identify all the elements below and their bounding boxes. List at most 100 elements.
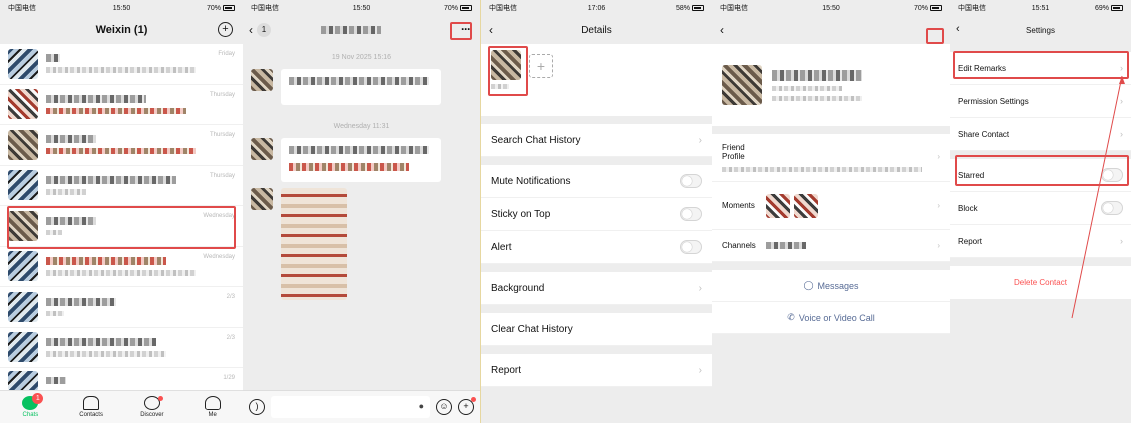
report-row[interactable]: Report ›	[950, 225, 1131, 258]
chats-header: Weixin (1) +	[0, 16, 243, 44]
image-message[interactable]	[281, 188, 347, 300]
emoji-icon[interactable]: ☺	[436, 399, 452, 415]
row-label: Search Chat History	[491, 134, 581, 146]
delete-label: Delete Contact	[1014, 278, 1067, 287]
chat-header: ‹ 1 ···	[243, 16, 480, 44]
message-text-redacted	[289, 163, 409, 171]
details-nav-bar: ‹ Details	[481, 16, 712, 44]
row-label: Block	[958, 203, 978, 213]
clear-chat-history-row[interactable]: Clear Chat History	[481, 313, 712, 346]
chat-time: Thursday	[209, 172, 235, 179]
voice-input-icon[interactable]: )	[249, 399, 265, 415]
add-icon[interactable]: +	[218, 22, 233, 37]
profile-avatar[interactable]	[722, 65, 762, 105]
message-row	[243, 138, 480, 182]
moment-thumbnail	[794, 193, 818, 218]
chat-time: 2/3	[226, 294, 235, 300]
chevron-right-icon: ›	[937, 201, 940, 210]
battery-label: 58%	[675, 4, 690, 12]
channels-row[interactable]: Channels ›	[712, 230, 950, 262]
back-chevron-icon[interactable]: ‹	[489, 23, 493, 37]
profile-nav-bar: ‹ ···	[712, 16, 950, 44]
tab-me[interactable]: Me	[182, 391, 243, 423]
plus-icon[interactable]: +	[458, 397, 476, 415]
unread-badge: 1	[32, 393, 44, 404]
friend-profile-redacted	[722, 167, 922, 172]
block-row: Block	[950, 192, 1131, 225]
highlight-selected-chat	[7, 206, 236, 249]
permission-settings-row[interactable]: Permission Settings ›	[950, 85, 1131, 118]
chevron-right-icon: ›	[1120, 236, 1123, 246]
voice-video-call-button[interactable]: ✆ Voice or Video Call	[712, 302, 950, 334]
messages-button[interactable]: ◯ Messages	[712, 270, 950, 302]
conversation-row[interactable]: Friday	[0, 44, 243, 85]
alert-toggle[interactable]	[680, 240, 702, 254]
avatar	[251, 188, 273, 210]
tab-chats[interactable]: 1 Chats	[0, 391, 61, 423]
message-bubble[interactable]	[281, 69, 441, 105]
page-title: Details	[581, 24, 612, 36]
conversation-row[interactable]: 2/3	[0, 328, 243, 368]
mute-toggle[interactable]	[680, 174, 702, 188]
contact-name-redacted	[46, 135, 96, 144]
avatar	[251, 69, 273, 91]
avatar	[8, 89, 38, 120]
row-label: Share Contact	[958, 129, 1010, 139]
background-row[interactable]: Background ›	[481, 272, 712, 305]
message-preview-redacted	[46, 310, 64, 316]
message-bubble[interactable]	[281, 138, 441, 182]
microphone-icon[interactable]: ●	[419, 401, 424, 411]
block-toggle[interactable]	[1101, 201, 1123, 215]
sticky-on-top-row: Sticky on Top	[481, 198, 712, 231]
status-bar: 中国电信 15:51 69%	[950, 0, 1131, 16]
row-label: Mute Notifications	[491, 175, 571, 187]
message-preview-redacted	[46, 269, 196, 276]
highlight-starred	[955, 155, 1129, 186]
notification-dot	[157, 396, 163, 401]
conversation-row[interactable]: 2/3	[0, 287, 243, 328]
share-contact-row[interactable]: Share Contact ›	[950, 118, 1131, 151]
conversation-row[interactable]: Wednesday	[0, 247, 243, 287]
friend-profile-row[interactable]: Friend Profile ›	[712, 134, 950, 182]
carrier-label: 中国电信	[720, 5, 748, 12]
battery-label: 69%	[1094, 4, 1109, 12]
row-label: Friend Profile	[722, 143, 745, 161]
message-input[interactable]: ●	[271, 396, 430, 418]
chat-time: Thursday	[209, 132, 235, 138]
alert-row: Alert	[481, 231, 712, 264]
contacts-icon	[83, 396, 100, 410]
chevron-right-icon: ›	[1120, 129, 1123, 139]
message-preview-redacted	[46, 148, 196, 155]
avatar	[251, 138, 273, 160]
tab-contacts[interactable]: Contacts	[61, 391, 122, 423]
delete-contact-button[interactable]: Delete Contact	[950, 266, 1131, 299]
back-chevron-icon[interactable]: ‹	[720, 23, 724, 37]
message-timestamp: 19 Nov 2025 15:16	[331, 54, 392, 61]
moments-row[interactable]: Moments ›	[712, 182, 950, 230]
battery-icon	[459, 4, 472, 11]
sticky-toggle[interactable]	[680, 207, 702, 221]
battery-icon	[929, 4, 942, 11]
status-bar: 中国电信 17:06 58%	[481, 0, 712, 16]
message-timestamp: Wednesday 11:31	[333, 123, 390, 130]
back-chevron-icon[interactable]: ‹	[956, 23, 960, 35]
battery-label: 70%	[443, 4, 458, 12]
report-row[interactable]: Report ›	[481, 354, 712, 387]
message-text-redacted	[289, 146, 429, 154]
conversation-row[interactable]: Thursday	[0, 125, 243, 166]
row-label: Permission Settings	[958, 96, 1029, 106]
add-member-button[interactable]: +	[529, 54, 553, 78]
conversation-row[interactable]: Thursday	[0, 85, 243, 125]
search-chat-history-row[interactable]: Search Chat History ›	[481, 124, 712, 157]
conversation-row[interactable]: Thursday	[0, 166, 243, 206]
highlight-edit-remarks	[953, 51, 1129, 79]
clock: 15:50	[112, 4, 131, 12]
tab-discover[interactable]: Discover	[122, 391, 183, 423]
avatar	[8, 170, 38, 201]
avatar	[8, 291, 38, 322]
battery-icon	[1110, 4, 1123, 11]
chevron-right-icon: ›	[1120, 96, 1123, 106]
carrier-label: 中国电信	[958, 5, 986, 12]
avatar	[8, 332, 38, 363]
back-chevron-icon[interactable]: ‹	[249, 23, 253, 37]
